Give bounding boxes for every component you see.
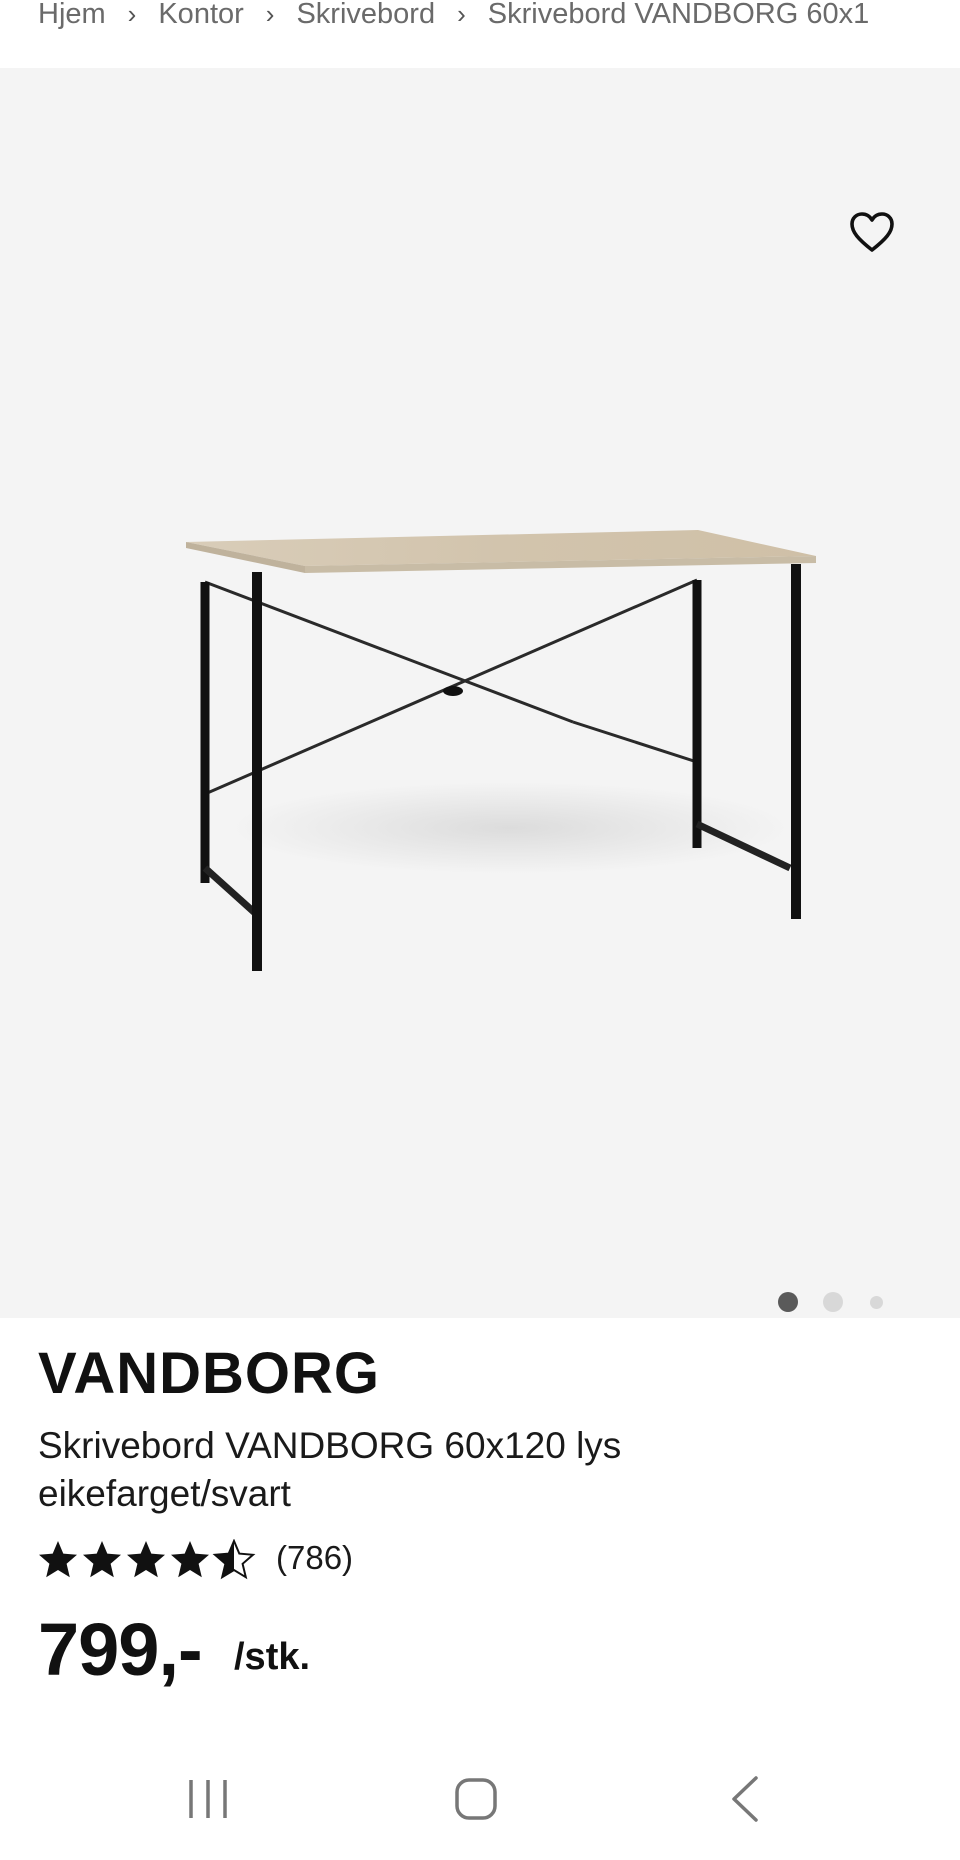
breadcrumb-current: Skrivebord VANDBORG 60x1 — [487, 0, 870, 30]
carousel-indicators — [778, 1290, 898, 1314]
heart-outline-icon — [850, 212, 894, 252]
back-button[interactable] — [694, 1760, 794, 1840]
breadcrumb-home[interactable]: Hjem — [38, 0, 106, 29]
product-gallery[interactable] — [0, 68, 960, 1318]
breadcrumb: Hjem › Kontor › Skrivebord › Skrivebord VANDBO… — [38, 0, 960, 68]
recent-apps-icon — [189, 1780, 227, 1818]
breadcrumb-separator: › — [457, 0, 466, 29]
favorite-button[interactable] — [848, 210, 896, 254]
star-rating-icon — [39, 1540, 254, 1579]
breadcrumb-separator: › — [265, 0, 275, 29]
product-rating[interactable]: (786) — [38, 1537, 438, 1583]
carousel-dot-active[interactable] — [778, 1292, 798, 1312]
product-image-desk — [186, 530, 816, 971]
home-button[interactable] — [426, 1760, 526, 1840]
carousel-dot[interactable] — [870, 1296, 883, 1309]
breadcrumb-separator: › — [127, 0, 137, 29]
carousel-dot[interactable] — [823, 1292, 843, 1312]
review-count[interactable]: (786) — [276, 1539, 353, 1577]
home-icon — [455, 1778, 497, 1820]
breadcrumb-kontor[interactable]: Kontor — [158, 0, 243, 29]
system-navigation-bar — [0, 1760, 960, 1860]
price-unit: /stk. — [234, 1636, 311, 1678]
product-name: Skrivebord VANDBORG 60x120 lys eikefarge… — [38, 1425, 622, 1514]
breadcrumb-skrivebord[interactable]: Skrivebord — [296, 0, 435, 29]
product-brand: VANDBORG — [38, 1341, 381, 1406]
back-icon — [732, 1776, 758, 1822]
recent-apps-button[interactable] — [158, 1760, 258, 1840]
product-price: 799,- — [38, 1608, 203, 1691]
